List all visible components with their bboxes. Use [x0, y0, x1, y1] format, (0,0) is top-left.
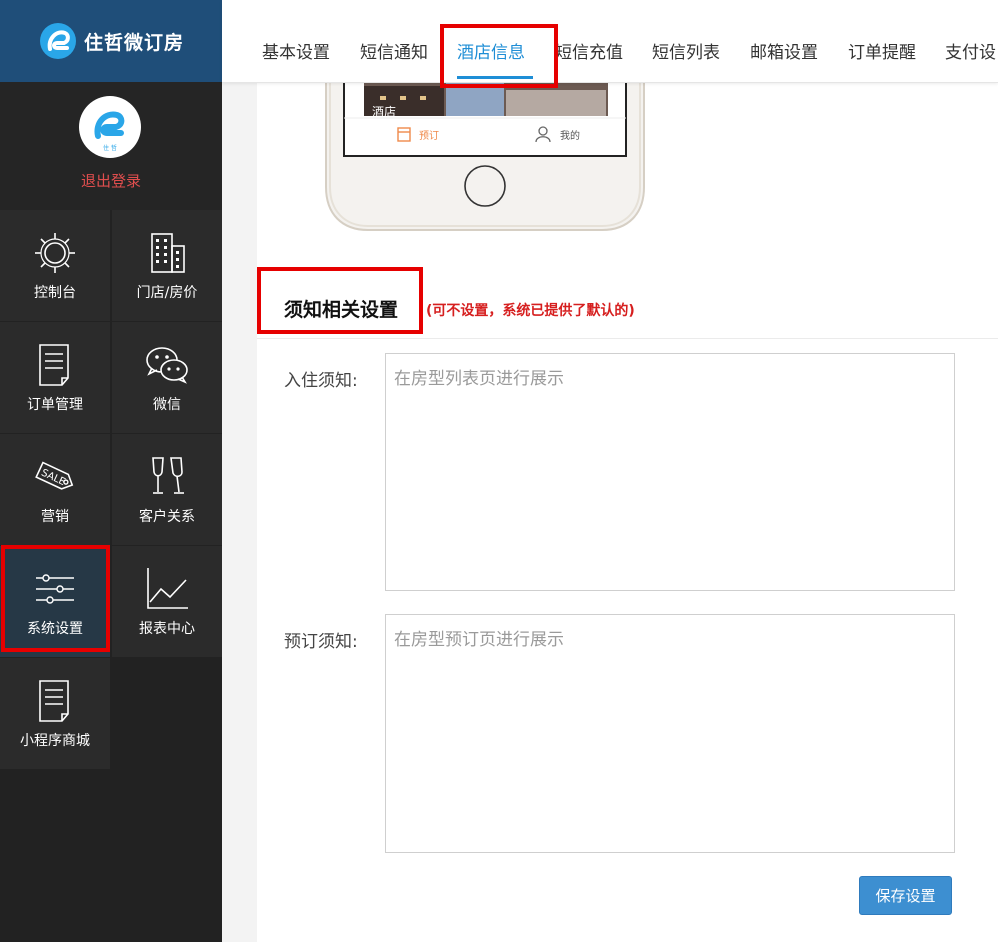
menu-item-marketing[interactable]: SALE 营销	[0, 434, 110, 545]
checkin-notice-label: 入住须知:	[284, 371, 358, 391]
wechat-icon	[146, 347, 188, 384]
menu-item-label: 营销	[41, 509, 69, 525]
tab-payment-settings[interactable]: 支付设	[945, 38, 996, 63]
tab-hotel-info[interactable]: 酒店信息	[457, 38, 525, 63]
document-icon	[39, 680, 69, 722]
menu-item-system-settings[interactable]: 系统设置	[0, 546, 110, 657]
menu-item-label: 门店/房价	[136, 285, 198, 301]
brand-logo-icon	[39, 23, 76, 59]
building-icon	[151, 233, 185, 273]
menu-item-label: 系统设置	[27, 621, 83, 637]
tab-basic-settings[interactable]: 基本设置	[262, 38, 330, 63]
active-tab-underline	[457, 76, 533, 79]
booking-notice-textarea[interactable]	[385, 614, 955, 853]
line-chart-icon	[147, 568, 188, 609]
menu-item-wechat[interactable]: 微信	[112, 322, 222, 433]
sale-tag-icon: SALE	[35, 461, 74, 490]
tab-order-reminder[interactable]: 订单提醒	[848, 38, 916, 63]
menu-item-dashboard[interactable]: 控制台	[0, 210, 110, 321]
brand-bar: 住哲微订房	[0, 0, 222, 82]
phone-overlay-text: 酒店	[372, 105, 396, 119]
gear-icon	[35, 233, 75, 273]
menu-item-orders[interactable]: 订单管理	[0, 322, 110, 433]
menu-item-label: 报表中心	[139, 621, 195, 637]
avatar[interactable]: 住 哲	[79, 96, 141, 158]
home-button-icon	[464, 165, 506, 207]
avatar-caption: 住 哲	[103, 144, 117, 152]
brand-name: 住哲微订房	[83, 31, 184, 54]
section-title: 须知相关设置	[284, 299, 399, 321]
phone-tab-book: 预订	[419, 130, 439, 142]
save-settings-button[interactable]: 保存设置	[859, 876, 952, 915]
menu-item-label: 小程序商城	[20, 733, 90, 749]
section-divider	[257, 338, 998, 339]
checkin-notice-textarea[interactable]	[385, 353, 955, 591]
menu-item-reports[interactable]: 报表中心	[112, 546, 222, 657]
booking-notice-label: 预订须知:	[284, 632, 358, 652]
tab-sms-list[interactable]: 短信列表	[652, 38, 720, 63]
tab-email-settings[interactable]: 邮箱设置	[750, 38, 818, 63]
logout-link[interactable]: 退出登录	[0, 170, 222, 191]
sliders-icon	[36, 574, 74, 604]
sidebar: 住哲微订房 住 哲 退出登录 控制台 门店/房价 订单管理 微信 SALE 营销…	[0, 0, 222, 942]
menu-item-label: 控制台	[34, 285, 76, 301]
tab-sms-recharge[interactable]: 短信充值	[555, 38, 623, 63]
section-note: (可不设置，系统已提供了默认的)	[426, 303, 635, 319]
phone-tab-me: 我的	[560, 129, 580, 142]
menu-item-mini-program-mall[interactable]: 小程序商城	[0, 658, 110, 769]
menu-item-label: 订单管理	[27, 397, 83, 413]
menu-item-stores[interactable]: 门店/房价	[112, 210, 222, 321]
menu-item-crm[interactable]: 客户关系	[112, 434, 222, 545]
menu-item-label: 微信	[153, 397, 181, 413]
top-nav: 基本设置 短信通知 酒店信息 短信充值 短信列表 邮箱设置 订单提醒 支付设	[222, 0, 998, 83]
menu-item-label: 客户关系	[139, 509, 195, 525]
document-icon	[39, 344, 69, 386]
avatar-logo-icon: 住 哲	[94, 111, 125, 152]
user-area: 住 哲 退出登录	[0, 82, 222, 210]
phone-preview: 酒店 预订 我的	[325, 82, 645, 231]
wine-glasses-icon	[152, 457, 184, 494]
tab-sms-notification[interactable]: 短信通知	[360, 38, 428, 63]
